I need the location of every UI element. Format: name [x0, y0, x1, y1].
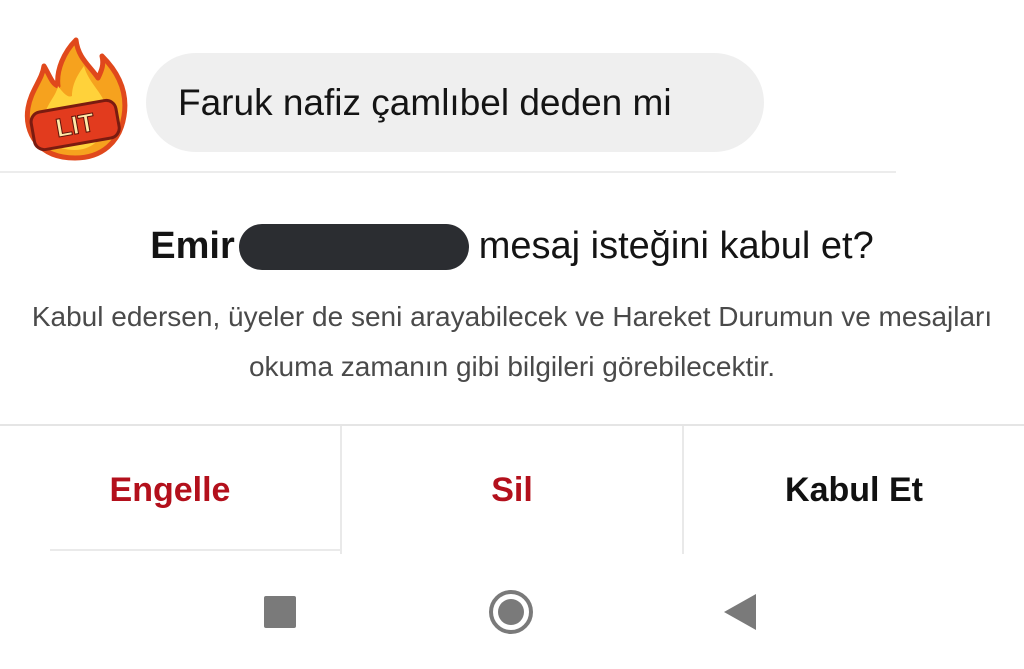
lit-fire-avatar: LIT [18, 36, 132, 162]
divider [50, 549, 340, 551]
square-recents-icon[interactable] [264, 596, 296, 628]
block-button[interactable]: Engelle [0, 426, 340, 554]
request-title: Emir mesaj isteğini kabul et? [0, 224, 1024, 270]
redaction-mark [238, 224, 469, 270]
request-description: Kabul edersen, üyeler de seni arayabilec… [31, 301, 993, 382]
message-text: Faruk nafiz çamlıbel deden mi [178, 81, 672, 123]
action-buttons: Engelle Sil Kabul Et [0, 424, 1024, 554]
triangle-back-icon[interactable] [722, 592, 758, 632]
sender-name: Emir [150, 225, 235, 267]
accept-button[interactable]: Kabul Et [682, 426, 1024, 554]
delete-button[interactable]: Sil [340, 426, 682, 554]
message-bubble[interactable]: Faruk nafiz çamlıbel deden mi [146, 53, 764, 152]
request-title-suffix: mesaj isteğini kabul et? [478, 225, 874, 267]
lit-fire-sticker-icon: LIT [24, 37, 128, 161]
system-navigation-bar [0, 560, 1024, 669]
divider [0, 171, 896, 173]
circle-home-icon[interactable] [488, 589, 534, 635]
